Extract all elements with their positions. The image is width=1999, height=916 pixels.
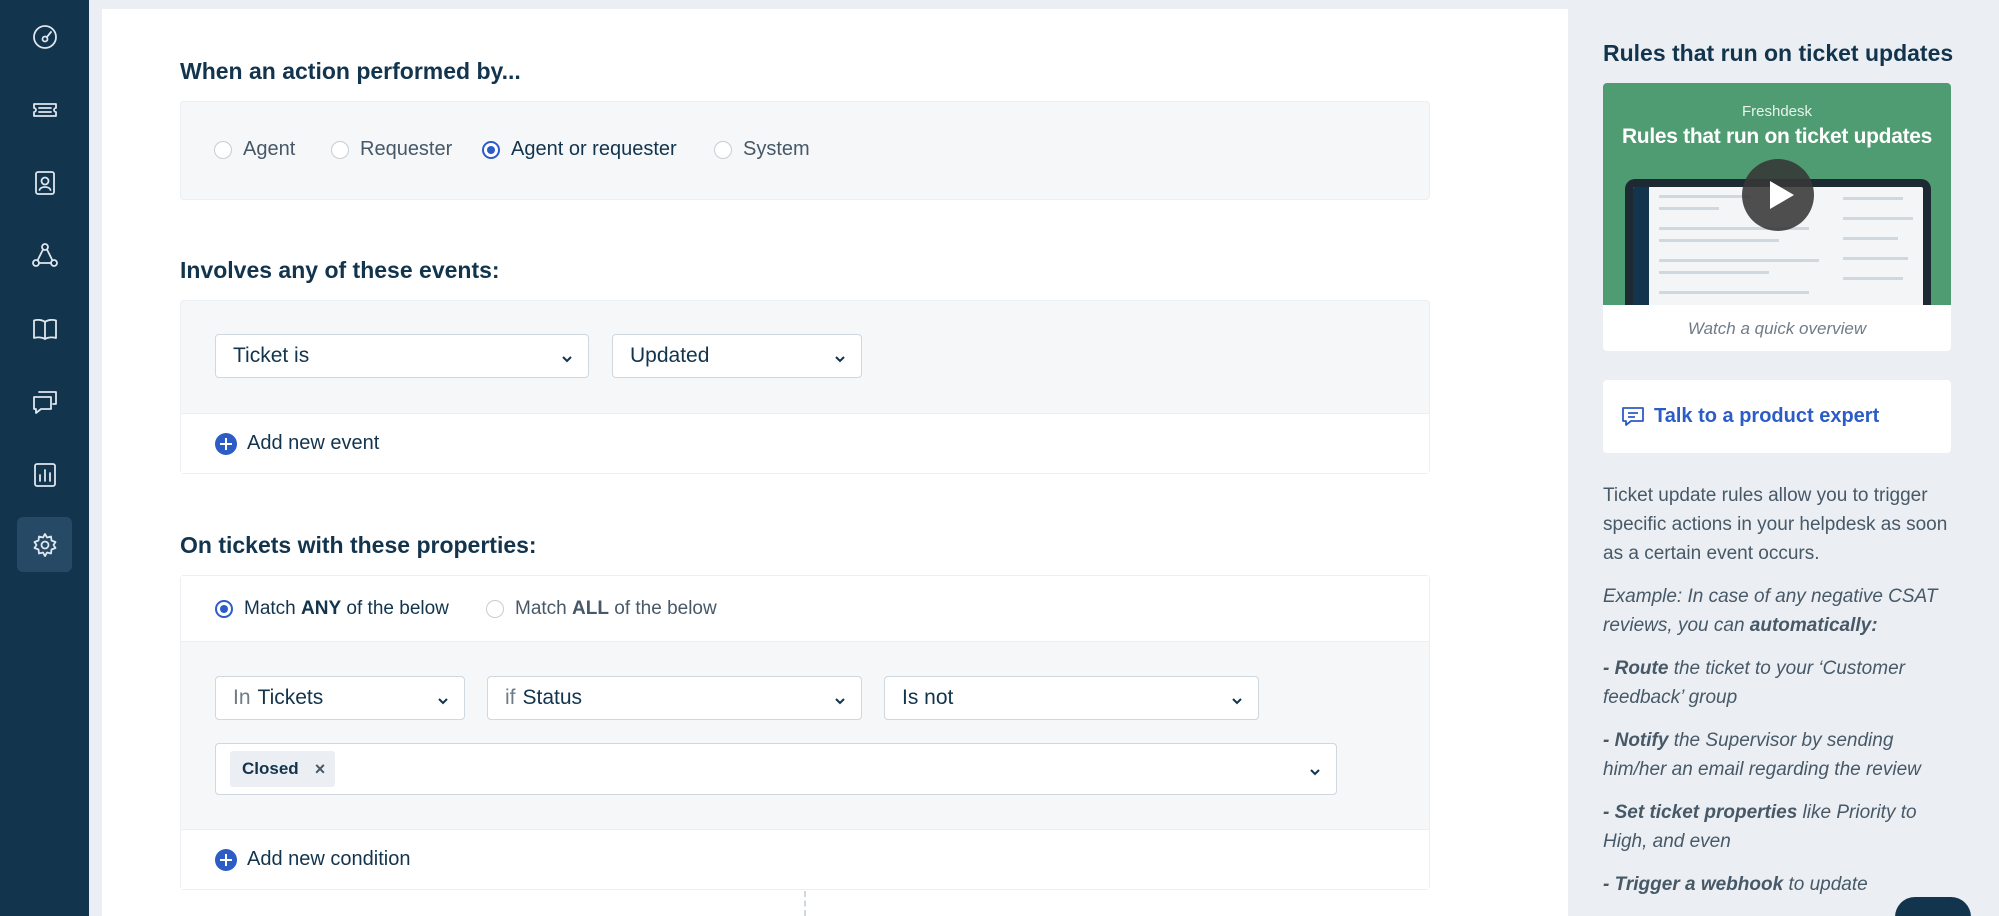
desc-example: Example: In case of any negative CSAT re…: [1603, 586, 1938, 636]
plus-circle-icon: [215, 432, 237, 455]
flow-connector: [804, 891, 806, 916]
sidebar-item-knowledge-base[interactable]: [17, 301, 72, 356]
desc-bullet-webhook: - Trigger a webhook to update: [1603, 874, 1868, 895]
properties-panel: Match ANY of the below Match ALL of the …: [180, 575, 1430, 890]
match-all-label: Match ALL of the below: [515, 598, 717, 619]
sidebar-item-reports[interactable]: [17, 447, 72, 502]
discussions-icon: [32, 390, 57, 414]
chip-label: Closed: [242, 759, 299, 778]
condition-field-select[interactable]: if Status: [487, 676, 862, 720]
condition-value-multiselect[interactable]: Closed ×: [215, 743, 1337, 795]
select-value: Status: [522, 686, 583, 709]
radio-label: System: [743, 138, 810, 160]
help-title: Rules that run on ticket updates: [1603, 40, 1954, 66]
condition-scope-select[interactable]: In Tickets: [215, 676, 465, 720]
radio-button[interactable]: [331, 140, 349, 159]
chevron-down-icon: [1230, 690, 1244, 705]
radio-agent[interactable]: Agent: [214, 138, 295, 161]
expert-label: Talk to a product expert: [1654, 405, 1880, 427]
sidebar-item-contacts[interactable]: [17, 155, 72, 210]
ticket-icon: [32, 102, 57, 117]
chat-widget-button[interactable]: [1895, 897, 1971, 916]
select-value: Is not: [902, 686, 954, 709]
radio-button[interactable]: [486, 600, 504, 618]
video-thumbnail[interactable]: Freshdesk Rules that run on ticket updat…: [1603, 83, 1951, 305]
select-value: Tickets: [257, 686, 324, 709]
chevron-down-icon: [833, 690, 847, 705]
select-value: Ticket is: [233, 344, 310, 367]
chevron-down-icon: [1308, 761, 1322, 776]
radio-button[interactable]: [214, 140, 232, 159]
select-prefix: In: [233, 686, 251, 709]
match-type-row: Match ANY of the below Match ALL of the …: [181, 576, 1429, 642]
add-event-label: Add new event: [247, 432, 380, 454]
plus-circle-icon: [215, 848, 237, 871]
add-new-event-button[interactable]: Add new event: [181, 413, 1429, 473]
knowledge-base-icon: [32, 318, 57, 340]
desc-bullet-notify: - Notify the Supervisor by sending him/h…: [1603, 730, 1921, 780]
event-value-select[interactable]: Updated: [612, 334, 862, 378]
events-heading: Involves any of these events:: [180, 257, 500, 283]
radio-label: Agent or requester: [511, 138, 677, 160]
reports-icon: [33, 462, 56, 487]
overview-video-card[interactable]: Freshdesk Rules that run on ticket updat…: [1603, 83, 1951, 351]
performed-by-heading: When an action performed by...: [180, 58, 521, 84]
radio-button[interactable]: [714, 140, 732, 159]
radio-button-selected[interactable]: [482, 140, 500, 159]
events-panel: Ticket is Updated Add new event: [180, 300, 1430, 474]
sidebar-nav: [0, 0, 89, 916]
chevron-down-icon: [436, 690, 450, 705]
admin-gear-icon: [33, 532, 56, 557]
event-field-select[interactable]: Ticket is: [215, 334, 589, 378]
desc-intro: Ticket update rules allow you to trigger…: [1603, 485, 1948, 564]
video-title: Rules that run on ticket updates: [1621, 125, 1933, 148]
dashboard-icon: [32, 24, 57, 49]
sidebar-item-groups[interactable]: [17, 228, 72, 283]
desc-bullet-route: - Route the ticket to your ‘Customer fee…: [1603, 658, 1905, 708]
video-brand: Freshdesk: [1741, 103, 1813, 120]
condition-operator-select[interactable]: Is not: [884, 676, 1259, 720]
groups-icon: [31, 242, 58, 267]
radio-system[interactable]: System: [714, 138, 810, 161]
play-icon[interactable]: [1742, 159, 1814, 231]
properties-heading: On tickets with these properties:: [180, 532, 537, 558]
radio-button-selected[interactable]: [215, 600, 233, 618]
rule-editor: When an action performed by... Agent Req…: [102, 9, 1568, 916]
contacts-icon: [34, 170, 55, 195]
match-all-radio[interactable]: Match ALL of the below: [486, 598, 717, 620]
value-chip: Closed ×: [230, 751, 336, 787]
match-any-label: Match ANY of the below: [244, 598, 449, 619]
sidebar-item-admin[interactable]: [17, 517, 72, 572]
help-panel: Rules that run on ticket updates Freshde…: [1568, 0, 1999, 916]
add-condition-label: Add new condition: [247, 848, 411, 870]
radio-label: Requester: [360, 138, 453, 160]
chip-remove-icon[interactable]: ×: [315, 759, 326, 780]
sidebar-item-tickets[interactable]: [17, 82, 72, 137]
help-description: Ticket update rules allow you to trigger…: [1603, 481, 1958, 913]
chevron-down-icon: [560, 348, 574, 363]
video-caption: Watch a quick overview: [1687, 319, 1867, 338]
sidebar-item-discussions[interactable]: [17, 374, 72, 429]
select-prefix: if: [505, 686, 516, 709]
match-any-radio[interactable]: Match ANY of the below: [215, 598, 449, 620]
sidebar-item-dashboard[interactable]: [17, 9, 72, 64]
radio-label: Agent: [243, 138, 296, 160]
talk-to-expert-link[interactable]: Talk to a product expert: [1603, 380, 1951, 453]
chat-icon: [1622, 406, 1644, 426]
radio-agent-or-requester[interactable]: Agent or requester: [482, 138, 677, 161]
add-new-condition-button[interactable]: Add new condition: [181, 829, 1429, 889]
desc-bullet-set-properties: - Set ticket properties like Priority to…: [1603, 802, 1917, 852]
chevron-down-icon: [833, 348, 847, 363]
select-value: Updated: [630, 344, 710, 367]
radio-requester[interactable]: Requester: [331, 138, 452, 161]
performed-by-panel: Agent Requester Agent or requester Syste…: [180, 101, 1430, 200]
